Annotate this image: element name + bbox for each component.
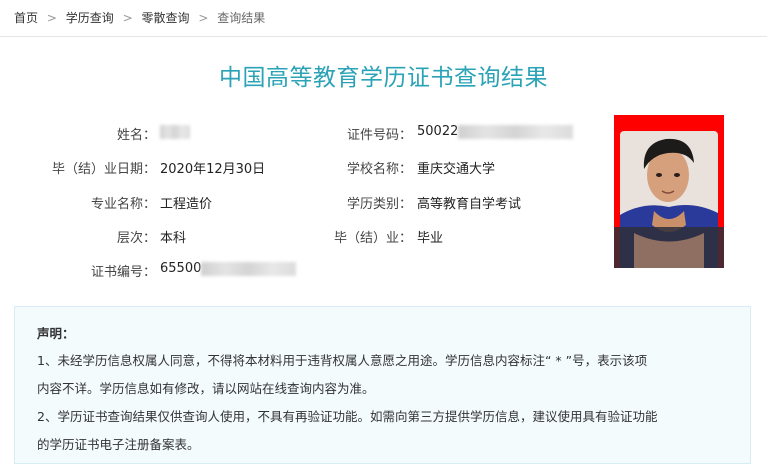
breadcrumb-single-query-link[interactable]: 零散查询: [141, 11, 189, 25]
id-number-redaction: [458, 124, 574, 139]
graduation-date-label: 毕（结）业日期：: [51, 162, 156, 177]
name-value: [160, 124, 190, 139]
certificate-number-text: 65500: [160, 261, 202, 276]
degree-category-label: 学历类别：: [346, 197, 412, 212]
breadcrumb-separator: >: [46, 11, 57, 25]
id-number-text: 50022: [417, 124, 459, 139]
graduation-date-value: 2020年12月30日: [160, 162, 266, 177]
certificate-number-value: 65500: [160, 261, 297, 276]
name-redaction: [160, 124, 190, 139]
graduation-status-label: 毕（结）业：: [333, 231, 412, 246]
level-label: 层次：: [116, 231, 156, 246]
name-label: 姓名：: [116, 128, 156, 143]
page-title: 中国高等教育学历证书查询结果: [219, 65, 548, 91]
breadcrumb-home-link[interactable]: 首页: [14, 11, 38, 25]
breadcrumb: 首页 > 学历查询 > 零散查询 > 查询结果: [0, 0, 767, 37]
disclaimer-line: 的学历证书电子注册备案表。: [37, 437, 200, 452]
certificate-number-redaction: [201, 261, 297, 276]
disclaimer-line: 2、学历证书查询结果仅供查询人使用，不具有再验证功能。如需向第三方提供学历信息，…: [37, 409, 658, 424]
disclaimer-line: 内容不详。学历信息如有修改，请以网站在线查询内容为准。: [37, 381, 375, 396]
breadcrumb-separator: >: [122, 11, 133, 25]
certificate-number-label: 证书编号：: [90, 265, 156, 280]
disclaimer-panel: 声明： 1、未经学历信息权属人同意，不得将本材料用于违背权属人意愿之用途。学历信…: [14, 306, 751, 464]
portrait-photo-icon: [614, 115, 724, 268]
graduation-status-value: 毕业: [417, 231, 444, 246]
school-value: 重庆交通大学: [417, 162, 496, 177]
disclaimer-line: 1、未经学历信息权属人同意，不得将本材料用于违背权属人意愿之用途。学历信息内容标…: [37, 353, 648, 368]
school-label: 学校名称：: [346, 162, 412, 177]
id-number-value: 50022: [417, 124, 574, 139]
breadcrumb-degree-query-link[interactable]: 学历查询: [66, 11, 114, 25]
breadcrumb-current: 查询结果: [217, 11, 266, 25]
id-number-label: 证件号码：: [346, 128, 412, 143]
level-value: 本科: [160, 231, 187, 246]
disclaimer-heading: 声明：: [37, 326, 75, 341]
major-value: 工程造价: [160, 197, 213, 212]
breadcrumb-separator: >: [198, 11, 209, 25]
degree-category-value: 高等教育自学考试: [417, 197, 522, 212]
major-label: 专业名称：: [90, 197, 156, 212]
student-photo: [614, 115, 724, 268]
